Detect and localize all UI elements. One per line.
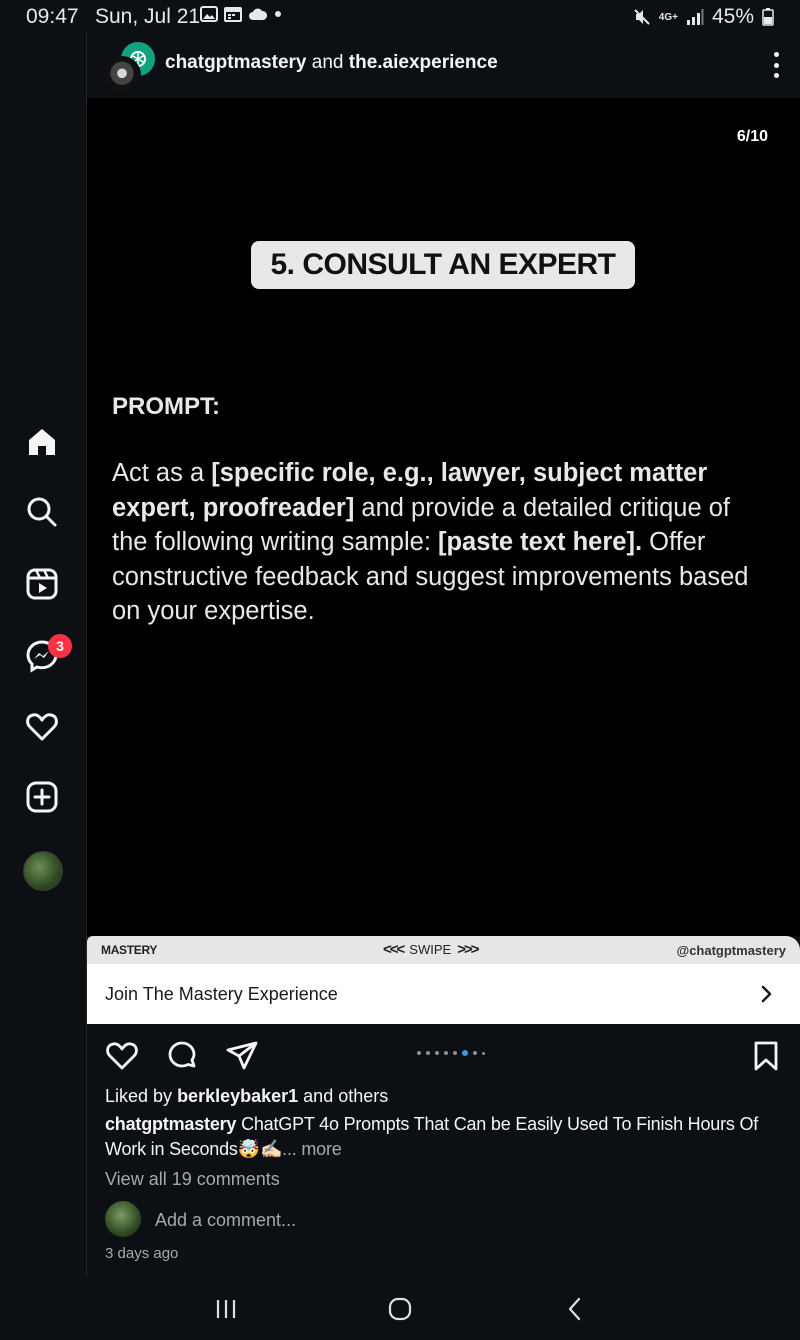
swipe-hint: <<< SWIPE >>> (383, 941, 479, 958)
notification-icons (200, 6, 282, 22)
network-type: 4G+ (658, 11, 678, 23)
battery-icon (762, 8, 774, 26)
search-icon[interactable] (24, 494, 60, 530)
cloud-icon (249, 8, 268, 20)
carousel-dot (473, 1051, 477, 1055)
prompt-body: Act as a [specific role, e.g., lawyer, s… (112, 456, 772, 629)
page-counter: 6/10 (736, 128, 768, 145)
sidebar: 3 (0, 32, 87, 1276)
post-authors: chatgptmastery and the.aiexperience (165, 52, 498, 74)
carousel-dot-active (462, 1050, 468, 1056)
slide-title: 5. CONSULT AN EXPERT (251, 241, 635, 289)
prompt-text-1: Act as a (112, 459, 212, 487)
liked-by-user[interactable]: berkleybaker1 (177, 1086, 298, 1106)
heart-icon[interactable] (24, 709, 60, 745)
calendar-notification-icon (224, 7, 242, 22)
more-options-icon[interactable] (772, 52, 780, 78)
status-time: 09:47 (26, 5, 79, 28)
system-navigation-bar (0, 1276, 800, 1340)
carousel-dot (426, 1051, 430, 1055)
cta-link-bar[interactable]: Join The Mastery Experience (87, 964, 800, 1026)
swipe-left-arrows-icon: <<< (383, 941, 405, 958)
carousel-dot (417, 1051, 421, 1055)
recent-apps-icon[interactable] (211, 1294, 241, 1324)
swipe-right-arrows-icon: >>> (457, 941, 479, 958)
author-secondary-link[interactable]: the.aiexperience (349, 52, 498, 73)
bookmark-icon[interactable] (749, 1039, 783, 1073)
share-send-icon[interactable] (225, 1039, 259, 1073)
home-icon[interactable] (24, 424, 60, 460)
view-comments-link[interactable]: View all 19 comments (105, 1169, 280, 1190)
signal-icon (686, 9, 704, 25)
create-icon[interactable] (24, 779, 60, 815)
author-connector: and (311, 52, 344, 73)
carousel-dot (482, 1051, 485, 1055)
carousel-indicator (417, 1050, 485, 1056)
commenter-avatar (105, 1201, 141, 1237)
chevron-right-icon (761, 985, 772, 1003)
footer-handle: @chatgptmastery (676, 943, 786, 958)
add-comment-input[interactable]: Add a comment... (155, 1210, 296, 1231)
wolf-avatar (103, 56, 141, 94)
back-icon[interactable] (560, 1294, 590, 1324)
messenger-badge: 3 (48, 634, 72, 658)
post-actions (87, 1036, 800, 1076)
carousel-dot (435, 1051, 439, 1055)
dot-icon (275, 11, 281, 17)
caption-more-link[interactable]: ... more (282, 1139, 342, 1159)
post-carousel-slide[interactable]: 6/10 5. CONSULT AN EXPERT PROMPT: Act as… (87, 98, 800, 936)
swipe-label: SWIPE (409, 942, 452, 957)
prompt-placeholder-text: [paste text here]. (437, 528, 643, 556)
slide-footer: MASTERY <<< SWIPE >>> @chatgptmastery (87, 936, 800, 964)
collab-avatars[interactable] (103, 40, 157, 94)
comment-icon[interactable] (165, 1039, 199, 1073)
carousel-dot (453, 1051, 457, 1055)
author-primary-link[interactable]: chatgptmastery (165, 52, 307, 73)
liked-by-prefix: Liked by (105, 1086, 173, 1106)
gallery-notification-icon (200, 6, 218, 22)
caption-username[interactable]: chatgptmastery (105, 1114, 236, 1134)
status-right: 4G+ 45% (633, 5, 774, 29)
cta-label: Join The Mastery Experience (105, 984, 338, 1004)
prompt-label: PROMPT: (112, 393, 220, 420)
like-heart-icon[interactable] (105, 1039, 139, 1073)
post-header: chatgptmastery and the.aiexperience (87, 32, 800, 98)
battery-percent: 45% (711, 5, 754, 28)
post-caption: chatgptmastery ChatGPT 4o Prompts That C… (105, 1112, 775, 1162)
home-button-icon[interactable] (385, 1294, 415, 1324)
mute-icon (634, 9, 650, 25)
brand-label: MASTERY (101, 943, 158, 957)
post-timestamp: 3 days ago (105, 1245, 179, 1262)
likes-summary[interactable]: Liked by berkleybaker1 and others (105, 1086, 388, 1107)
liked-by-suffix: and others (303, 1086, 389, 1106)
carousel-dot (444, 1051, 448, 1055)
reels-icon[interactable] (24, 566, 60, 602)
profile-avatar[interactable] (23, 851, 63, 891)
status-date: Sun, Jul 21 (95, 5, 201, 28)
status-bar: 09:47 Sun, Jul 21 4G+ 45% (0, 0, 800, 32)
